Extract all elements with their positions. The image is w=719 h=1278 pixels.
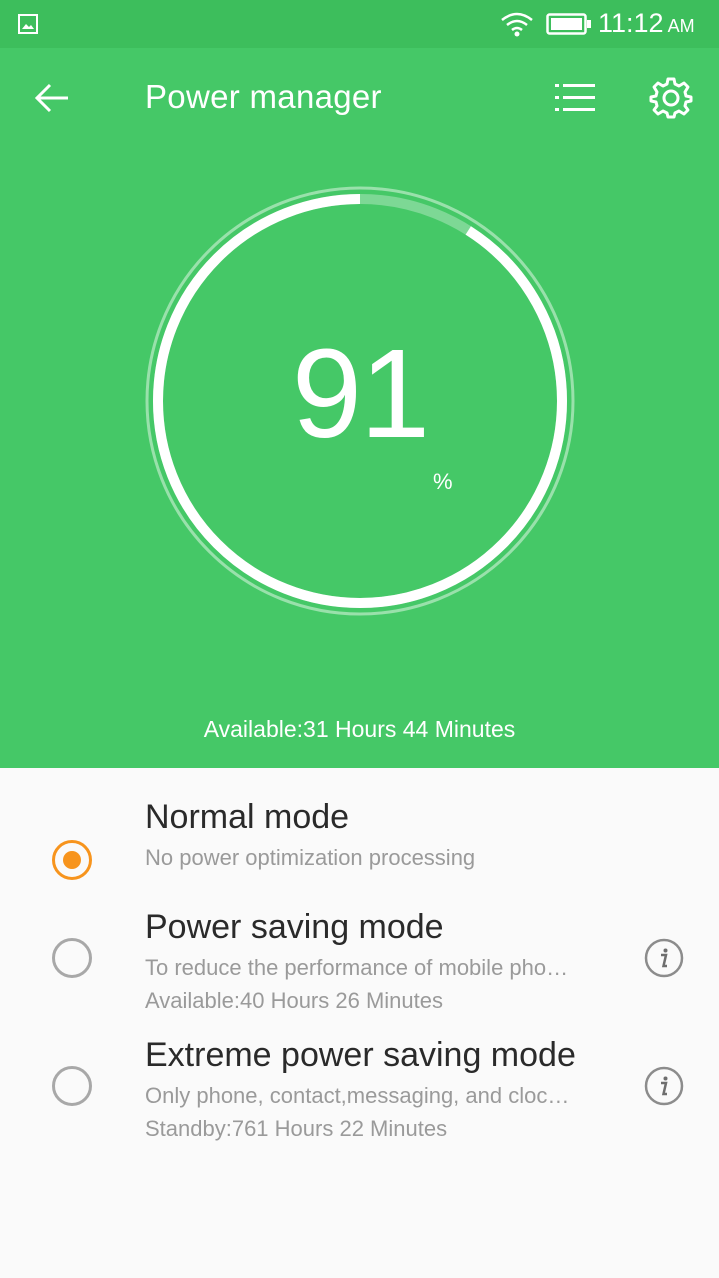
gear-icon[interactable]: [648, 75, 694, 121]
radio-extreme-power-saving[interactable]: [52, 1066, 92, 1106]
back-arrow-icon[interactable]: [30, 76, 74, 120]
mode-normal[interactable]: Normal mode No power optimization proces…: [0, 798, 719, 898]
mode-title: Normal mode: [145, 798, 350, 836]
wifi-icon: [501, 12, 533, 37]
list-icon[interactable]: [552, 76, 598, 120]
battery-icon: [546, 13, 591, 35]
info-icon[interactable]: [644, 1066, 684, 1106]
mode-standby: Standby:761 Hours 22 Minutes: [145, 1116, 448, 1141]
gallery-icon: [18, 14, 38, 34]
battery-percent: 91: [291, 323, 430, 464]
status-time: 11:12: [598, 8, 664, 38]
radio-power-saving[interactable]: [52, 938, 92, 978]
radio-normal-selected[interactable]: [52, 840, 92, 880]
power-header: Power manager 91 % Available:31 Hours 44…: [0, 48, 719, 768]
mode-power-saving[interactable]: Power saving mode To reduce the performa…: [0, 908, 719, 1018]
mode-extreme-power-saving[interactable]: Extreme power saving mode Only phone, co…: [0, 1036, 719, 1146]
info-icon[interactable]: [644, 938, 684, 978]
mode-desc: To reduce the performance of mobile pho…: [145, 955, 569, 980]
page-title: Power manager: [145, 78, 382, 115]
mode-desc: Only phone, contact,messaging, and cloc…: [145, 1083, 570, 1108]
status-ampm: AM: [667, 16, 695, 36]
status-clock: 11:12 AM: [598, 8, 695, 39]
percent-unit: %: [433, 469, 453, 494]
status-bar: 11:12 AM: [0, 0, 719, 48]
available-time: Available:31 Hours 44 Minutes: [203, 716, 516, 742]
mode-desc: No power optimization processing: [145, 845, 476, 870]
mode-title: Extreme power saving mode: [145, 1036, 576, 1074]
battery-gauge: 91 %: [145, 186, 575, 616]
mode-title: Power saving mode: [145, 908, 444, 946]
mode-available: Available:40 Hours 26 Minutes: [145, 988, 443, 1013]
